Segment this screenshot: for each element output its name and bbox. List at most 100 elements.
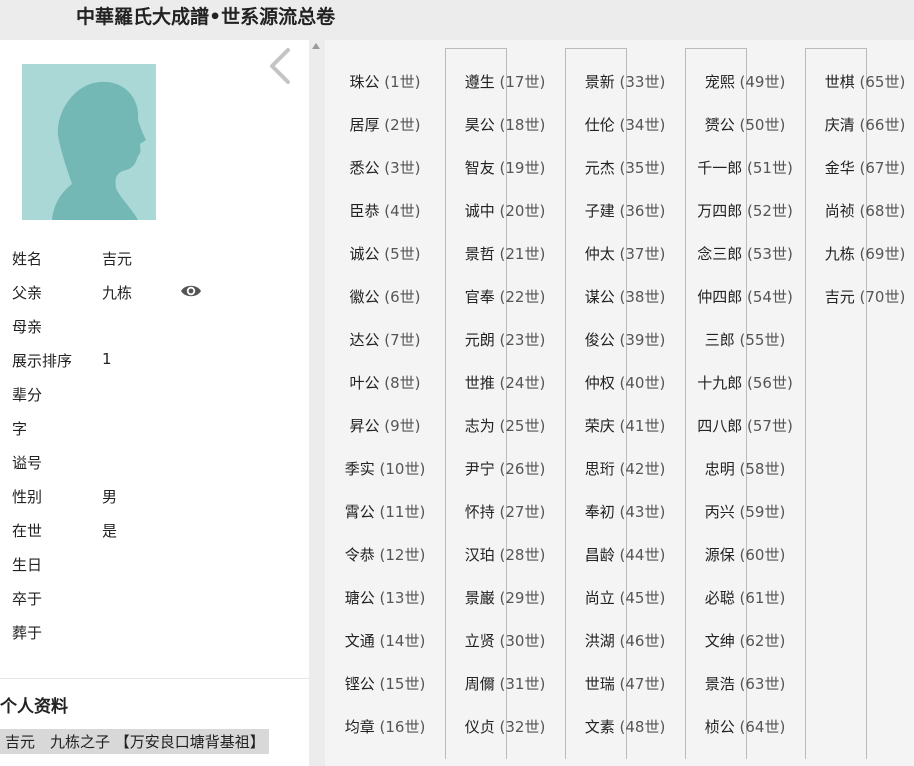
- generation-name: 昇公: [349, 417, 380, 435]
- generation-item[interactable]: 怀持 (27世): [465, 501, 546, 522]
- chevron-left-icon[interactable]: [266, 46, 294, 86]
- generation-item[interactable]: 吉元 (70世): [825, 286, 906, 307]
- generation-item[interactable]: 仲太 (37世): [585, 243, 666, 264]
- generation-item[interactable]: 徽公 (6世): [349, 286, 420, 307]
- generation-item[interactable]: 源保 (60世): [705, 544, 786, 565]
- generation-item[interactable]: 叶公 (8世): [349, 372, 420, 393]
- generation-number: (20世): [499, 202, 546, 220]
- generation-item[interactable]: 仕伦 (34世): [585, 114, 666, 135]
- generation-number: (57世): [747, 417, 793, 435]
- generation-name: 赟公: [704, 116, 735, 134]
- eye-icon[interactable]: [180, 283, 202, 299]
- generation-item[interactable]: 昌龄 (44世): [585, 544, 666, 565]
- generation-item[interactable]: 景巌 (29世): [465, 587, 546, 608]
- generation-name: 子建: [584, 202, 615, 220]
- generation-item[interactable]: 思珩 (42世): [585, 458, 666, 479]
- generation-item[interactable]: 奉初 (43世): [585, 501, 666, 522]
- generation-item[interactable]: 桢公 (64世): [705, 716, 786, 737]
- generation-item[interactable]: 念三郎 (53世): [697, 243, 793, 264]
- generation-item[interactable]: 铿公 (15世): [345, 673, 426, 694]
- generation-item[interactable]: 万四郎 (52世): [697, 200, 793, 221]
- generation-name: 源保: [704, 546, 735, 564]
- generation-item[interactable]: 洪湖 (46世): [585, 630, 666, 651]
- scroll-up-arrow-icon[interactable]: [312, 43, 320, 49]
- generation-item[interactable]: 文绅 (62世): [705, 630, 786, 651]
- generation-item[interactable]: 元杰 (35世): [585, 157, 666, 178]
- generation-number: (47世): [619, 675, 666, 693]
- generation-item[interactable]: 文通 (14世): [345, 630, 426, 651]
- field-label: 谥号: [12, 454, 43, 472]
- generation-item[interactable]: 周儞 (31世): [465, 673, 546, 694]
- generation-item[interactable]: 必聪 (61世): [705, 587, 786, 608]
- generation-number: (50世): [739, 116, 786, 134]
- generation-number: (56世): [747, 374, 793, 392]
- generation-item[interactable]: 千一郎 (51世): [697, 157, 793, 178]
- father-link[interactable]: 九栋: [102, 282, 132, 303]
- generation-number: (29世): [499, 589, 546, 607]
- generation-item[interactable]: 尹宁 (26世): [465, 458, 546, 479]
- generation-number: (34世): [619, 116, 666, 134]
- generation-number: (43世): [619, 503, 666, 521]
- generation-name: 遵生: [464, 73, 495, 91]
- generation-item[interactable]: 仲权 (40世): [585, 372, 666, 393]
- generation-item[interactable]: 尚祯 (68世): [825, 200, 906, 221]
- generation-item[interactable]: 瑭公 (13世): [345, 587, 426, 608]
- field-row-father: 父亲 九栋: [12, 274, 302, 308]
- generation-item[interactable]: 世推 (24世): [465, 372, 546, 393]
- generation-item[interactable]: 官奉 (22世): [465, 286, 546, 307]
- field-value: 男: [102, 488, 118, 506]
- generation-item[interactable]: 志为 (25世): [465, 415, 546, 436]
- generation-item[interactable]: 景浩 (63世): [705, 673, 786, 694]
- generation-item[interactable]: 达公 (7世): [349, 329, 420, 350]
- generation-item[interactable]: 均章 (16世): [345, 716, 426, 737]
- generation-item[interactable]: 诚中 (20世): [465, 200, 546, 221]
- generation-item[interactable]: 庆清 (66世): [825, 114, 906, 135]
- generation-item[interactable]: 忠明 (58世): [705, 458, 786, 479]
- generation-item[interactable]: 九栋 (69世): [825, 243, 906, 264]
- generation-item[interactable]: 荣庆 (41世): [585, 415, 666, 436]
- generation-item[interactable]: 宠熙 (49世): [705, 71, 786, 92]
- generation-item[interactable]: 文素 (48世): [585, 716, 666, 737]
- generation-item[interactable]: 立贤 (30世): [465, 630, 546, 651]
- generation-item[interactable]: 子建 (36世): [585, 200, 666, 221]
- generation-item[interactable]: 霄公 (11世): [345, 501, 426, 522]
- generation-item[interactable]: 四八郎 (57世): [697, 415, 793, 436]
- generation-name: 景新: [584, 73, 615, 91]
- generation-item[interactable]: 景新 (33世): [585, 71, 666, 92]
- generation-item[interactable]: 悉公 (3世): [349, 157, 420, 178]
- generation-item[interactable]: 世棋 (65世): [825, 71, 906, 92]
- tree-connector: [805, 48, 867, 759]
- generation-number: (41世): [619, 417, 666, 435]
- generation-item[interactable]: 智友 (19世): [465, 157, 546, 178]
- generation-number: (35世): [619, 159, 666, 177]
- generation-item[interactable]: 谋公 (38世): [585, 286, 666, 307]
- generation-item[interactable]: 汉珀 (28世): [465, 544, 546, 565]
- generation-item[interactable]: 金华 (67世): [825, 157, 906, 178]
- generation-item[interactable]: 令恭 (12世): [345, 544, 426, 565]
- generation-item[interactable]: 世瑞 (47世): [585, 673, 666, 694]
- generation-item[interactable]: 昊公 (18世): [465, 114, 546, 135]
- generation-item[interactable]: 俊公 (39世): [585, 329, 666, 350]
- profile-fields: 姓名 吉元 父亲 九栋 母亲 展示排序 1 辈分 字 谥号 性别 男 在世 是 …: [12, 240, 302, 648]
- generation-item[interactable]: 尚立 (45世): [585, 587, 666, 608]
- generation-item[interactable]: 景哲 (21世): [465, 243, 546, 264]
- field-label: 字: [12, 420, 28, 438]
- generation-number: (69世): [859, 245, 906, 263]
- generation-item[interactable]: 元朗 (23世): [465, 329, 546, 350]
- generation-item[interactable]: 仪贞 (32世): [465, 716, 546, 737]
- generation-name: 珠公: [349, 73, 380, 91]
- generation-item[interactable]: 遵生 (17世): [465, 71, 546, 92]
- generation-item[interactable]: 季实 (10世): [345, 458, 426, 479]
- generation-number: (70世): [859, 288, 906, 306]
- generation-item[interactable]: 仲四郎 (54世): [697, 286, 793, 307]
- generation-item[interactable]: 诚公 (5世): [349, 243, 420, 264]
- generation-item[interactable]: 居厚 (2世): [349, 114, 420, 135]
- generation-item[interactable]: 十九郎 (56世): [697, 372, 793, 393]
- generation-item[interactable]: 昇公 (9世): [349, 415, 420, 436]
- generation-item[interactable]: 丙兴 (59世): [705, 501, 786, 522]
- generation-item[interactable]: 三郎 (55世): [705, 329, 786, 350]
- field-row-died: 卒于: [12, 580, 302, 614]
- generation-item[interactable]: 臣恭 (4世): [349, 200, 420, 221]
- generation-item[interactable]: 赟公 (50世): [705, 114, 786, 135]
- generation-item[interactable]: 珠公 (1世): [349, 71, 420, 92]
